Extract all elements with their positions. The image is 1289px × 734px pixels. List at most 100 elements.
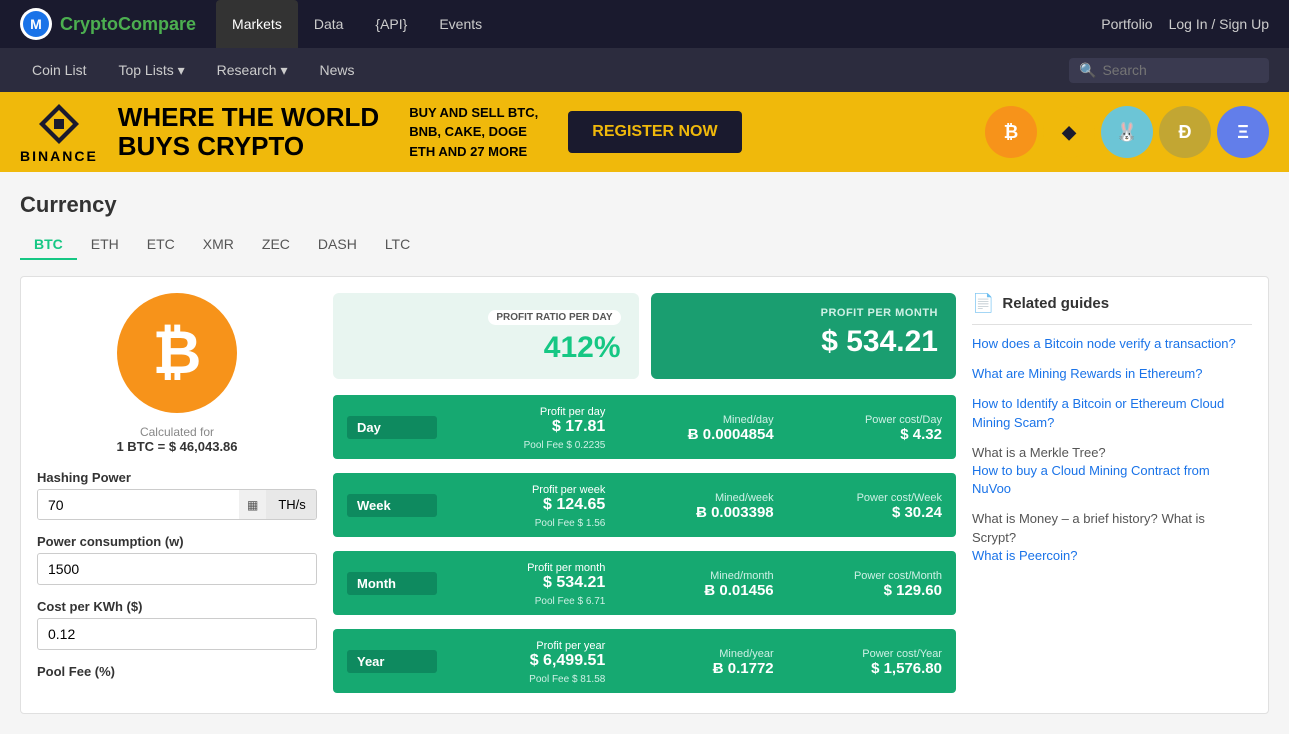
- calculated-label: Calculated for: [140, 425, 214, 439]
- document-icon: 📄: [972, 293, 994, 314]
- hashing-power-label: Hashing Power: [37, 470, 317, 485]
- mined-day: Mined/day Ƀ 0.0004854: [605, 412, 773, 443]
- mined-week: Mined/week Ƀ 0.003398: [605, 490, 773, 521]
- power-consumption-group: Power consumption (w): [37, 534, 317, 585]
- guide-link-0[interactable]: How does a Bitcoin node verify a transac…: [972, 335, 1252, 353]
- search-icon: 🔍: [1079, 62, 1096, 79]
- profit-per-month-box: PROFIT PER MONTH $ 534.21: [651, 293, 957, 379]
- power-cost-day: Power cost/Day $ 4.32: [774, 412, 942, 443]
- tab-xmr[interactable]: XMR: [189, 230, 248, 260]
- nav-item-events[interactable]: Events: [423, 0, 498, 48]
- sub-nav-news[interactable]: News: [307, 48, 366, 92]
- sub-nav-toplists[interactable]: Top Lists ▾: [106, 48, 196, 92]
- banner-subtext: BUY AND SELL BTC, BNB, CAKE, DOGE ETH AN…: [409, 103, 538, 162]
- profit-year-main: Profit per year $ 6,499.51 Pool Fee $ 81…: [437, 637, 605, 685]
- cost-per-kwh-group: Cost per KWh ($): [37, 599, 317, 650]
- rabbit-coin-icon: 🐰: [1101, 106, 1153, 158]
- profit-per-month-value: $ 534.21: [669, 325, 939, 359]
- currency-tabs: BTC ETH ETC XMR ZEC DASH LTC: [20, 230, 1269, 260]
- nav-item-api[interactable]: {API}: [359, 0, 423, 48]
- main-layout: ₿ Calculated for 1 BTC = $ 46,043.86 Has…: [20, 276, 1269, 714]
- logo-text: CryptoCompare: [60, 14, 196, 35]
- login-link[interactable]: Log In / Sign Up: [1169, 16, 1269, 32]
- banner-coins: ₿ ◆ 🐰 Ð Ξ: [985, 106, 1269, 158]
- top-nav-right: Portfolio Log In / Sign Up: [1101, 16, 1269, 32]
- calculated-value: 1 BTC = $ 46,043.86: [116, 439, 237, 454]
- cost-per-kwh-label: Cost per KWh ($): [37, 599, 317, 614]
- profit-ratio-day-label: PROFIT RATIO PER DAY: [488, 310, 620, 325]
- guide-link-1[interactable]: What are Mining Rewards in Ethereum?: [972, 365, 1252, 383]
- page-title: Currency: [20, 192, 1269, 218]
- profit-day-main: Profit per day $ 17.81 Pool Fee $ 0.2235: [437, 403, 605, 451]
- hashing-power-group: Hashing Power ▦ TH/s GH/s MH/s: [37, 470, 317, 520]
- tab-eth[interactable]: ETH: [77, 230, 133, 260]
- related-guides-title: Related guides: [1002, 295, 1109, 312]
- related-guides-header: 📄 Related guides: [972, 293, 1252, 325]
- profit-month-main: Profit per month $ 534.21 Pool Fee $ 6.7…: [437, 559, 605, 607]
- profit-ratio-day-value: 412%: [351, 331, 621, 365]
- tab-zec[interactable]: ZEC: [248, 230, 304, 260]
- profit-summary: PROFIT RATIO PER DAY 412% PROFIT PER MON…: [333, 293, 956, 379]
- sub-nav-research[interactable]: Research ▾: [205, 48, 300, 92]
- mined-month: Mined/month Ƀ 0.01456: [605, 568, 773, 599]
- data-row-week: Week Profit per week $ 124.65 Pool Fee $…: [333, 473, 956, 537]
- period-day: Day: [347, 416, 437, 439]
- data-row-year: Year Profit per year $ 6,499.51 Pool Fee…: [333, 629, 956, 693]
- top-nav: M CryptoCompare Markets Data {API} Event…: [0, 0, 1289, 48]
- data-row-day: Day Profit per day $ 17.81 Pool Fee $ 0.…: [333, 395, 956, 459]
- period-month: Month: [347, 572, 437, 595]
- data-row-month-header: Month Profit per month $ 534.21 Pool Fee…: [333, 551, 956, 615]
- power-cost-month: Power cost/Month $ 129.60: [774, 568, 942, 599]
- left-panel: ₿ Calculated for 1 BTC = $ 46,043.86 Has…: [37, 293, 317, 697]
- nav-item-markets[interactable]: Markets: [216, 0, 298, 48]
- guide-link-5: What is Money – a brief history?: [972, 511, 1158, 526]
- search-box: 🔍: [1069, 58, 1269, 83]
- binance-logo: BINANCE: [20, 100, 98, 164]
- hashing-power-input-row: ▦ TH/s GH/s MH/s: [37, 489, 317, 520]
- guide-link-2[interactable]: How to Identify a Bitcoin or Ethereum Cl…: [972, 395, 1252, 431]
- search-input[interactable]: [1102, 62, 1259, 78]
- binance-brand-text: BINANCE: [20, 148, 98, 164]
- hashing-power-calculator-icon: ▦: [239, 490, 266, 519]
- profit-ratio-day-box: PROFIT RATIO PER DAY 412%: [333, 293, 639, 379]
- tab-btc[interactable]: BTC: [20, 230, 77, 260]
- sub-nav-coinlist[interactable]: Coin List: [20, 48, 98, 92]
- nav-item-data[interactable]: Data: [298, 0, 360, 48]
- svg-text:M: M: [30, 16, 42, 32]
- pool-fee-group: Pool Fee (%): [37, 664, 317, 683]
- logo-icon: M: [20, 8, 52, 40]
- tab-etc[interactable]: ETC: [133, 230, 189, 260]
- pool-fee-label: Pool Fee (%): [37, 664, 317, 679]
- tab-ltc[interactable]: LTC: [371, 230, 424, 260]
- power-cost-year: Power cost/Year $ 1,576.80: [774, 646, 942, 677]
- cost-per-kwh-input[interactable]: [37, 618, 317, 650]
- profit-per-month-label: PROFIT PER MONTH: [669, 307, 939, 319]
- power-consumption-input[interactable]: [37, 553, 317, 585]
- register-button[interactable]: REGISTER NOW: [568, 111, 741, 153]
- center-panel: PROFIT RATIO PER DAY 412% PROFIT PER MON…: [333, 293, 956, 697]
- data-row-day-header: Day Profit per day $ 17.81 Pool Fee $ 0.…: [333, 395, 956, 459]
- btc-symbol-icon: ₿: [153, 323, 202, 383]
- portfolio-link[interactable]: Portfolio: [1101, 16, 1152, 32]
- hashing-power-unit-select[interactable]: TH/s GH/s MH/s: [266, 490, 317, 519]
- power-consumption-label: Power consumption (w): [37, 534, 317, 549]
- doge-coin-icon: Ð: [1159, 106, 1211, 158]
- sub-nav: Coin List Top Lists ▾ Research ▾ News 🔍: [0, 48, 1289, 92]
- binance-diamond-icon: [35, 100, 83, 148]
- power-cost-week: Power cost/Week $ 30.24: [774, 490, 942, 521]
- data-row-week-header: Week Profit per week $ 124.65 Pool Fee $…: [333, 473, 956, 537]
- logo-part1: Crypto: [60, 14, 118, 34]
- bnb-coin-icon: ◆: [1043, 106, 1095, 158]
- page-content: Currency BTC ETH ETC XMR ZEC DASH LTC ₿ …: [0, 172, 1289, 734]
- banner-headline: WHERE THE WORLD BUYS CRYPTO: [118, 103, 379, 160]
- mined-year: Mined/year Ƀ 0.1772: [605, 646, 773, 677]
- logo-part2: Compare: [118, 14, 196, 34]
- logo-area: M CryptoCompare: [20, 8, 196, 40]
- banner: BINANCE WHERE THE WORLD BUYS CRYPTO BUY …: [0, 92, 1289, 172]
- tab-dash[interactable]: DASH: [304, 230, 371, 260]
- guide-link-4[interactable]: How to buy a Cloud Mining Contract from …: [972, 462, 1252, 498]
- btc-coin-icon: ₿: [985, 106, 1037, 158]
- guide-link-7[interactable]: What is Peercoin?: [972, 547, 1252, 565]
- btc-logo: ₿: [117, 293, 237, 413]
- hashing-power-input[interactable]: [38, 490, 239, 519]
